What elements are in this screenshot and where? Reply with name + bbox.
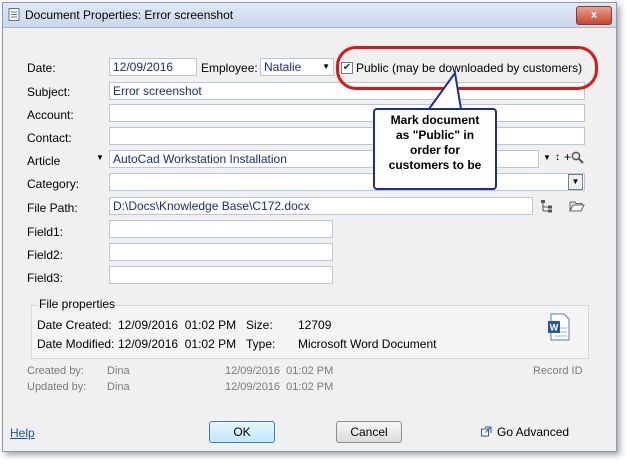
date-field[interactable]: 12/09/2016 (109, 58, 197, 76)
contact-field[interactable] (109, 127, 585, 145)
category-label: Category: (27, 177, 80, 191)
type-value: Microsoft Word Document (298, 337, 437, 351)
date-modified-label: Date Modified: (37, 337, 115, 351)
ok-button[interactable]: OK (209, 421, 275, 443)
account-field[interactable] (109, 104, 585, 122)
chevron-down-icon: ▼ (322, 62, 330, 71)
date-label: Date: (27, 61, 56, 75)
field2-label: Field2: (27, 248, 64, 262)
article-label: Article (27, 154, 61, 168)
chevron-down-icon[interactable]: ▼ (568, 174, 583, 190)
window-title: Document Properties: Error screenshot (25, 8, 234, 22)
close-button[interactable]: x (576, 6, 612, 25)
help-link[interactable]: Help (10, 426, 35, 440)
article-dropdown-icon[interactable]: ▼ (96, 153, 104, 162)
account-label: Account: (27, 108, 74, 122)
employee-value: Natalie (264, 60, 302, 74)
go-advanced-button[interactable]: Go Advanced (497, 425, 569, 439)
date-created-value: 12/09/2016 01:02 PM (118, 318, 237, 332)
field1-input[interactable] (109, 220, 333, 238)
size-value: 12709 (298, 318, 332, 332)
field3-input[interactable] (109, 266, 333, 284)
employee-label: Employee: (201, 61, 258, 75)
date-modified-value: 12/09/2016 01:02 PM (118, 337, 237, 351)
subject-label: Subject: (27, 85, 71, 99)
svg-text:W: W (550, 323, 559, 333)
word-document-icon[interactable]: W (547, 313, 571, 341)
updated-by-value: Dina (107, 381, 130, 393)
cancel-button[interactable]: Cancel (336, 421, 402, 443)
callout-line: as "Public" in (395, 128, 475, 142)
filepath-label: File Path: (27, 201, 78, 215)
article-expand-icon[interactable]: ↕ (555, 152, 560, 163)
document-properties-window: Document Properties: Error screenshot x … (2, 2, 617, 452)
field3-label: Field3: (27, 271, 64, 285)
updated-time: 12/09/2016 01:02 PM (225, 381, 334, 393)
callout-line: order for (409, 143, 460, 157)
callout-line: customers to be (388, 158, 482, 172)
go-advanced-icon[interactable] (481, 426, 492, 437)
date-created-label: Date Created: (37, 318, 112, 332)
title-bar: Document Properties: Error screenshot x (3, 3, 616, 28)
callout-line: Mark document (390, 113, 480, 127)
category-select[interactable] (109, 173, 585, 191)
add-icon[interactable]: + (564, 150, 571, 164)
created-by-value: Dina (107, 365, 130, 377)
created-time: 12/09/2016 01:02 PM (225, 365, 334, 377)
employee-select[interactable]: Natalie ▼ (260, 58, 334, 76)
contact-label: Contact: (27, 131, 72, 145)
created-by-label: Created by: (27, 365, 84, 377)
search-icon[interactable] (571, 151, 584, 164)
callout-pointer (428, 70, 462, 110)
size-label: Size: (246, 318, 273, 332)
updated-by-label: Updated by: (27, 381, 87, 393)
open-folder-icon[interactable] (569, 200, 585, 212)
tree-icon[interactable] (540, 199, 554, 213)
article-chevron-icon[interactable]: ▼ (543, 153, 551, 162)
field1-label: Field1: (27, 225, 64, 239)
document-icon (8, 8, 20, 21)
field2-input[interactable] (109, 243, 333, 261)
file-properties-title: File properties (37, 297, 118, 311)
type-label: Type: (246, 337, 276, 351)
filepath-field[interactable]: D:\Docs\Knowledge Base\C172.docx (109, 197, 533, 215)
record-id-label: Record ID (533, 365, 583, 377)
callout-box: Mark document as "Public" in order for c… (373, 108, 497, 190)
